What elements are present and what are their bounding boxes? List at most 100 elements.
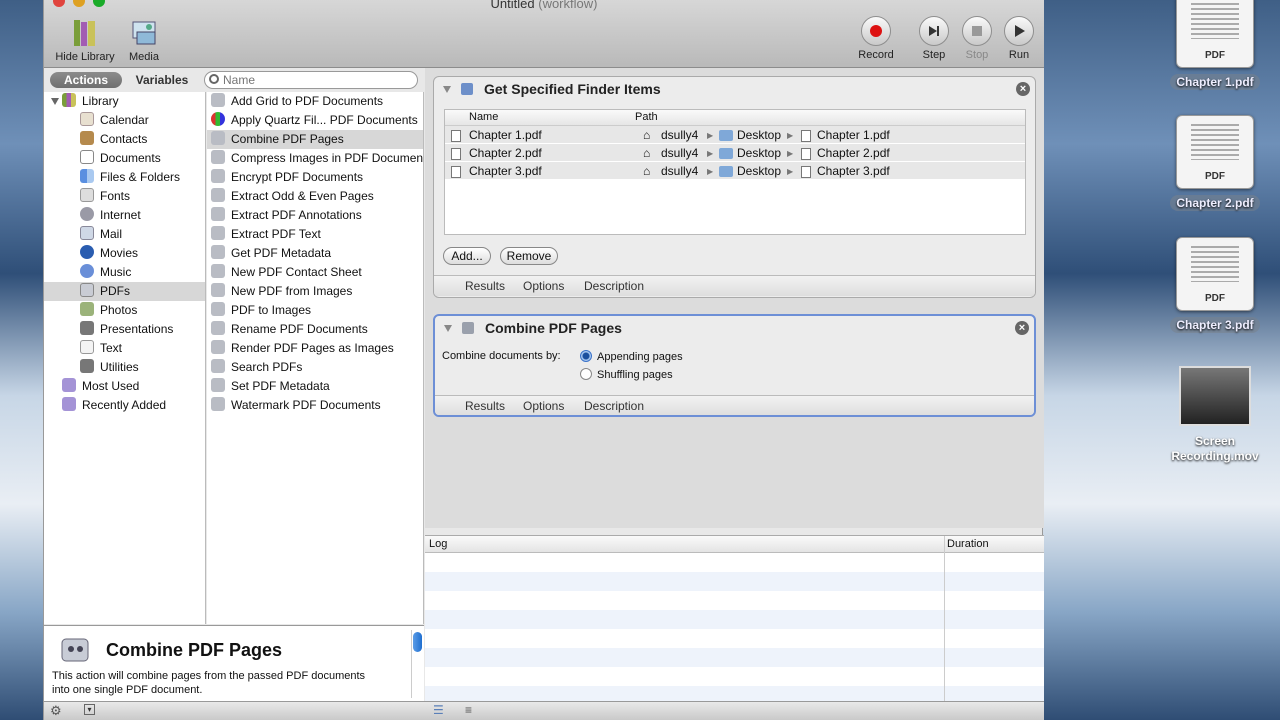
document-icon	[451, 148, 461, 160]
table-row[interactable]: Chapter 2.pdf ⌂ dsully4 ▶ Desktop ▶ Chap…	[445, 144, 1025, 162]
action-item[interactable]: Add Grid to PDF Documents	[207, 92, 423, 111]
action-item[interactable]: Search PDFs	[207, 358, 423, 377]
action-item[interactable]: Encrypt PDF Documents	[207, 168, 423, 187]
workflow-area: Get Specified Finder Items × Name Path C…	[425, 68, 1044, 528]
compact-view-icon[interactable]: ≡	[465, 703, 472, 717]
path-arrow-icon: ▶	[707, 131, 714, 140]
document-icon	[801, 166, 811, 178]
action-item[interactable]: Extract Odd & Even Pages	[207, 187, 423, 206]
library-list: Library Calendar Contacts Documents File…	[44, 92, 206, 624]
library-item-internet[interactable]: Internet	[44, 206, 205, 225]
library-recently-added[interactable]: Recently Added	[44, 396, 205, 415]
action-item[interactable]: PDF to Images	[207, 301, 423, 320]
action-item[interactable]: Get PDF Metadata	[207, 244, 423, 263]
options-button[interactable]: Options	[523, 279, 564, 293]
automator-action-icon	[211, 169, 225, 183]
description-scrollbar[interactable]	[411, 630, 422, 698]
remove-action-button[interactable]: ×	[1016, 82, 1030, 96]
action-item[interactable]: Apply Quartz Fil... PDF Documents	[207, 111, 423, 130]
step-button[interactable]: Step	[914, 16, 954, 61]
stop-button[interactable]: Stop	[957, 16, 997, 61]
tab-actions[interactable]: Actions	[50, 72, 122, 88]
action-item[interactable]: Watermark PDF Documents	[207, 396, 423, 415]
library-item-contacts[interactable]: Contacts	[44, 130, 205, 149]
movies-icon	[80, 245, 94, 259]
action-item[interactable]: New PDF Contact Sheet	[207, 263, 423, 282]
library-item-utilities[interactable]: Utilities	[44, 358, 205, 377]
action-item[interactable]: Rename PDF Documents	[207, 320, 423, 339]
action-item[interactable]: Extract PDF Annotations	[207, 206, 423, 225]
desktop-file-name: Chapter 1.pdf	[1170, 74, 1260, 90]
action-item[interactable]: New PDF from Images	[207, 282, 423, 301]
library-item-presentations[interactable]: Presentations	[44, 320, 205, 339]
gear-menu-icon[interactable]: ⚙	[50, 703, 62, 719]
action-item[interactable]: Combine PDF Pages	[207, 130, 423, 149]
automator-action-icon	[211, 378, 225, 392]
desktop-file-name: Screen Recording.mov	[1171, 434, 1259, 463]
option-appending-pages[interactable]: Appending pages	[580, 350, 683, 363]
library-item-pdfs[interactable]: PDFs	[44, 282, 205, 301]
search-input[interactable]	[223, 73, 403, 87]
record-button[interactable]: Record	[854, 16, 898, 61]
desktop-file-chapter-2[interactable]: PDF Chapter 2.pdf	[1160, 115, 1270, 211]
stop-icon	[972, 26, 982, 36]
radio-unselected-icon[interactable]	[580, 368, 592, 380]
desktop-file-screen-recording[interactable]: Screen Recording.mov	[1160, 366, 1270, 464]
radio-selected-icon[interactable]	[580, 350, 592, 362]
smart-folder-icon	[62, 378, 76, 392]
automator-action-icon	[211, 397, 225, 411]
pdf-file-icon: PDF	[1176, 237, 1254, 311]
desktop-file-chapter-3[interactable]: PDF Chapter 3.pdf	[1160, 237, 1270, 333]
description-button[interactable]: Description	[584, 399, 644, 413]
run-icon	[1015, 25, 1025, 37]
action-footer: Results Options Description	[435, 395, 1034, 415]
collapse-triangle-icon[interactable]	[443, 86, 451, 93]
description-button[interactable]: Description	[584, 279, 644, 293]
option-shuffling-pages[interactable]: Shuffling pages	[580, 368, 673, 381]
show-description-icon[interactable]: ▾	[84, 704, 95, 715]
library-item-documents[interactable]: Documents	[44, 149, 205, 168]
library-item-movies[interactable]: Movies	[44, 244, 205, 263]
results-button[interactable]: Results	[465, 399, 505, 413]
table-row[interactable]: Chapter 1.pdf ⌂ dsully4 ▶ Desktop ▶ Chap…	[445, 126, 1025, 144]
smart-folder-icon	[62, 397, 76, 411]
library-item-mail[interactable]: Mail	[44, 225, 205, 244]
library-item-music[interactable]: Music	[44, 263, 205, 282]
log-column[interactable]: Log	[429, 538, 447, 550]
action-item[interactable]: Set PDF Metadata	[207, 377, 423, 396]
hide-library-button[interactable]: Hide Library	[52, 18, 118, 63]
library-item-files-folders[interactable]: Files & Folders	[44, 168, 205, 187]
fonts-icon	[80, 188, 94, 202]
add-button[interactable]: Add...	[443, 247, 491, 265]
remove-button[interactable]: Remove	[500, 247, 558, 265]
tab-variables[interactable]: Variables	[126, 72, 198, 88]
options-button[interactable]: Options	[523, 399, 564, 413]
action-item[interactable]: Extract PDF Text	[207, 225, 423, 244]
run-button[interactable]: Run	[999, 16, 1039, 61]
library-root[interactable]: Library	[44, 92, 205, 111]
home-icon: ⌂	[643, 164, 651, 178]
action-item[interactable]: Render PDF Pages as Images	[207, 339, 423, 358]
library-item-calendar[interactable]: Calendar	[44, 111, 205, 130]
action-title-bar: Combine PDF Pages ×	[435, 316, 1034, 340]
library-item-photos[interactable]: Photos	[44, 301, 205, 320]
document-icon	[801, 130, 811, 142]
duration-column[interactable]: Duration	[947, 538, 989, 550]
media-icon	[132, 21, 156, 45]
disclosure-triangle-icon[interactable]	[51, 98, 59, 105]
library-item-fonts[interactable]: Fonts	[44, 187, 205, 206]
automator-action-icon	[211, 131, 225, 145]
home-icon: ⌂	[643, 146, 651, 160]
remove-action-button[interactable]: ×	[1015, 321, 1029, 335]
collapse-triangle-icon[interactable]	[444, 325, 452, 332]
library-item-text[interactable]: Text	[44, 339, 205, 358]
media-button[interactable]: Media	[124, 18, 164, 63]
desktop-file-chapter-1[interactable]: PDF Chapter 1.pdf	[1160, 0, 1270, 90]
path-arrow-icon: ▶	[787, 149, 794, 158]
library-most-used[interactable]: Most Used	[44, 377, 205, 396]
action-item[interactable]: Compress Images in PDF Documents	[207, 149, 423, 168]
action-combine-pdf-pages: Combine PDF Pages × Combine documents by…	[433, 314, 1036, 417]
list-view-icon[interactable]: ☰	[433, 703, 444, 717]
table-row[interactable]: Chapter 3.pdf ⌂ dsully4 ▶ Desktop ▶ Chap…	[445, 162, 1025, 180]
results-button[interactable]: Results	[465, 279, 505, 293]
